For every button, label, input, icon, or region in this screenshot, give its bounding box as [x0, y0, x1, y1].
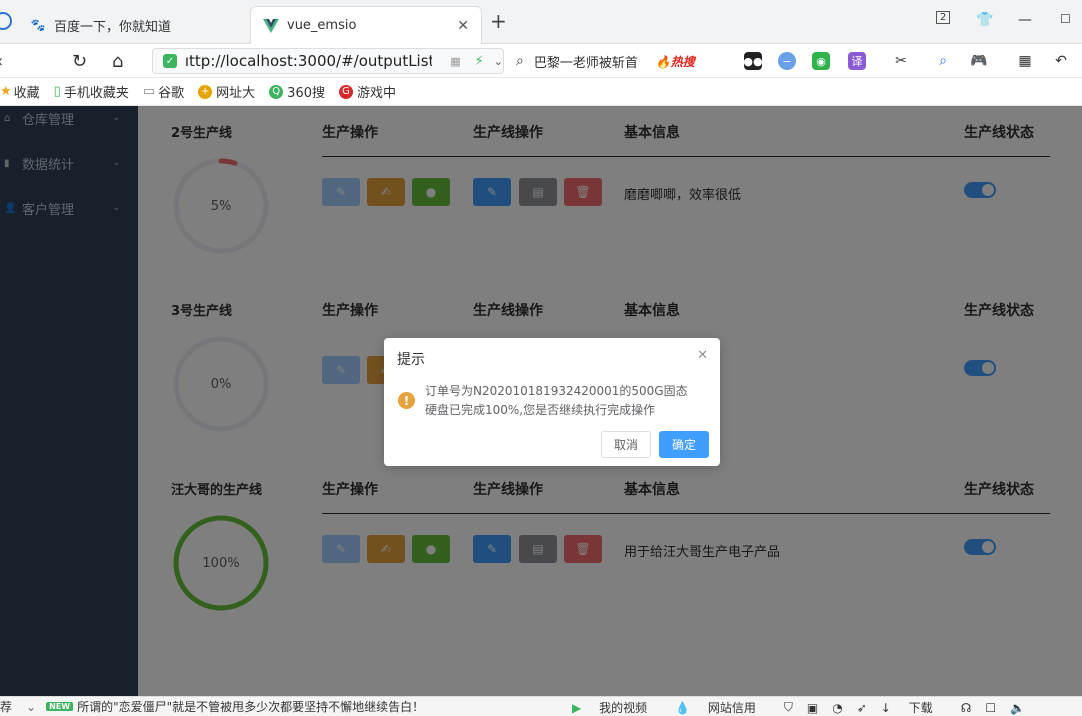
search-icon: ⌕ — [516, 53, 524, 69]
search-text: 巴黎一老师被斩首 — [533, 55, 638, 71]
confirm-dialog: 提示 ✕ ! 订单号为N20201018193242000​1的500G固态硬盘… — [384, 338, 720, 466]
close-icon[interactable]: ✕ — [697, 348, 708, 363]
window-icon[interactable]: ☐ — [985, 701, 996, 715]
lightning-icon[interactable]: ⚡ — [475, 54, 484, 69]
back-icon[interactable]: ‹ — [0, 51, 3, 72]
download-icon: ↓ — [880, 701, 891, 715]
cancel-button[interactable]: 取消 — [601, 431, 651, 458]
address-bar: ‹ ↻ ⌂ ✓ ıttp://localhost:3000/#/outputLi… — [0, 44, 1082, 78]
grid-icon[interactable]: ▦ — [1016, 52, 1034, 70]
hot-search-label[interactable]: 🔥热搜 — [656, 53, 695, 70]
speed-icon[interactable]: ◔ — [832, 701, 842, 715]
vue-logo-icon — [263, 18, 279, 34]
tab-title: 百度一下，你就知道 — [54, 19, 172, 35]
browser-status-bar: 荐 ⌄ NEW 所谓的"恋爱僵尸"就是不管被甩多少次都要坚持不懈地继续告白！ ▶… — [0, 696, 1082, 716]
search-box[interactable]: ⌕ 巴黎一老师被斩首 🔥热搜 — [516, 48, 732, 74]
news-ticker[interactable]: 所谓的"恋爱僵尸"就是不管被甩多少次都要坚持不懈地继续告白！ — [77, 698, 424, 715]
tab-baidu[interactable]: 🐾 百度一下，你就知道 — [18, 6, 248, 44]
paw-icon: 🐾 — [30, 18, 46, 32]
bookmark-google[interactable]: ▭ 谷歌 — [143, 82, 184, 101]
tab-counter[interactable]: 2 — [936, 11, 951, 24]
refresh-icon[interactable]: ↻ — [72, 51, 87, 72]
download-link[interactable]: ↓ 下载 — [881, 699, 947, 716]
bookmark-360[interactable]: Q 360搜 — [269, 82, 325, 101]
url-text: ıttp://localhost:3000/#/outputList — [184, 52, 433, 70]
warning-icon: ! — [398, 392, 415, 409]
headset-icon[interactable]: ☊ — [961, 701, 972, 715]
dialog-message: 订单号为N20201018193242000​1的500G固态硬盘已完成100%… — [425, 384, 688, 417]
scissors-icon[interactable]: ✂ — [892, 52, 910, 70]
plus-circle-icon: + — [198, 84, 213, 99]
droplet-icon: 💧 — [675, 701, 691, 715]
tab-vue-emsio[interactable]: vue_emsio ✕ — [250, 6, 482, 44]
image-icon[interactable]: ▣ — [807, 701, 818, 715]
search-360-icon: Q — [269, 84, 284, 99]
maximize-icon[interactable]: ☐ — [1060, 12, 1071, 26]
translate-icon[interactable]: 译 — [848, 52, 866, 70]
new-badge: NEW — [46, 702, 74, 711]
browser-tab-bar: 🐾 百度一下，你就知道 vue_emsio ✕ + 2 👕 — ☐ — [0, 0, 1082, 44]
minus-circle-icon[interactable]: − — [778, 52, 796, 70]
minimize-icon[interactable]: — — [1018, 12, 1032, 28]
magnifier-icon[interactable]: ⌕ — [934, 52, 952, 70]
new-tab-button[interactable]: + — [490, 11, 507, 31]
site-credit-link[interactable]: 💧 网站信用 — [675, 699, 770, 716]
close-tab-icon[interactable]: ✕ — [457, 18, 469, 34]
volume-icon[interactable]: 🔈 — [1010, 701, 1025, 715]
bookmark-hao123[interactable]: + 网址大 — [198, 82, 255, 101]
tab-title: vue_emsio — [287, 18, 357, 33]
secure-shield-icon: ✓ — [163, 54, 177, 68]
home-icon[interactable]: ⌂ — [112, 51, 123, 72]
shirt-icon[interactable]: 👕 — [976, 12, 993, 28]
chevron-down-icon[interactable]: ⌄ — [26, 700, 36, 714]
status-tools: ▶ 我的视频 💧 网站信用 ⛉ ▣ ◔ ➶ ↓ 下载 ☊ ☐ 🔈 — [572, 699, 1039, 716]
chevron-down-icon[interactable]: ⌄ — [494, 55, 503, 68]
qr-icon[interactable]: ▦ — [450, 55, 460, 68]
browser-logo-icon — [0, 12, 12, 30]
eyes-icon[interactable]: ●● — [743, 52, 763, 70]
undo-icon[interactable]: ↶ — [1052, 52, 1070, 70]
bookmarks-bar: ★ 收藏 ▯ 手机收藏夹 ▭ 谷歌 + 网址大 Q 360搜 G 游戏中 — [0, 78, 1082, 106]
wechat-icon[interactable]: ◉ — [812, 52, 830, 70]
dialog-title: 提示 — [397, 352, 425, 368]
shield-icon[interactable]: ⛉ — [784, 700, 793, 715]
recommend-label: 荐 — [0, 700, 13, 714]
confirm-button[interactable]: 确定 — [659, 431, 709, 458]
rocket-icon[interactable]: ➶ — [857, 701, 867, 715]
url-input[interactable]: ✓ ıttp://localhost:3000/#/outputList ▦ ⚡… — [152, 48, 504, 74]
gamepad-icon[interactable]: 🎮 — [970, 52, 988, 70]
page-icon: ▭ — [142, 84, 156, 99]
game-logo-icon: G — [339, 84, 353, 99]
my-video-link[interactable]: ▶ 我的视频 — [572, 699, 661, 716]
bookmark-games[interactable]: G 游戏中 — [339, 82, 396, 101]
play-icon: ▶ — [572, 701, 582, 715]
